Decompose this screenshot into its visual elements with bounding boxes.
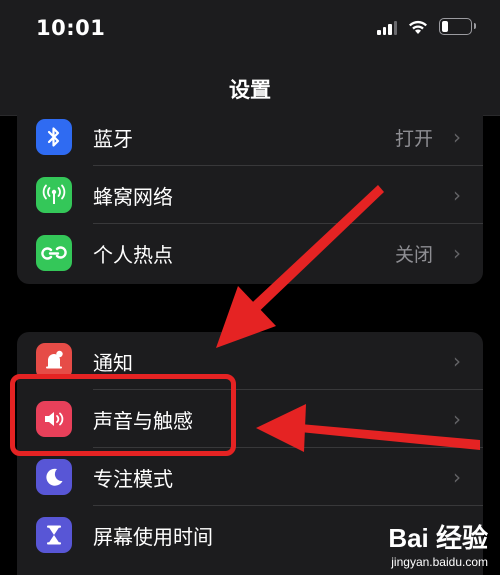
chevron-right-icon: › <box>453 241 461 265</box>
chevron-right-icon: › <box>453 407 461 431</box>
row-label: 蓝牙 <box>93 126 133 151</box>
settings-group-connectivity: 蓝牙 打开 › 蜂窝网络 › 个人热点 关闭 › <box>17 108 483 284</box>
chevron-right-icon: › <box>453 125 461 149</box>
page-title: 设置 <box>229 78 271 102</box>
row-label: 屏幕使用时间 <box>93 524 213 549</box>
settings-row-focus[interactable]: 专注模式 › <box>17 448 483 506</box>
settings-row-cellular[interactable]: 蜂窝网络 › <box>17 166 483 224</box>
antenna-icon <box>36 177 72 213</box>
watermark-logo: Bai 经验 <box>388 523 488 553</box>
cellular-signal-icon <box>377 19 397 35</box>
row-label: 蜂窝网络 <box>93 184 173 209</box>
status-bar: 10:01 <box>0 0 500 58</box>
highlight-box <box>10 374 236 456</box>
settings-row-bluetooth[interactable]: 蓝牙 打开 › <box>17 108 483 166</box>
row-value: 打开 <box>394 127 433 150</box>
settings-row-hotspot[interactable]: 个人热点 关闭 › <box>17 224 483 282</box>
row-label: 个人热点 <box>93 242 173 267</box>
watermark: Bai 经验 jingyan.baidu.com <box>388 518 488 569</box>
bluetooth-icon <box>36 119 72 155</box>
chevron-right-icon: › <box>453 183 461 207</box>
moon-icon <box>36 459 72 495</box>
row-value: 关闭 <box>394 243 433 266</box>
status-icons <box>377 18 476 35</box>
wifi-icon <box>409 20 427 34</box>
watermark-url: jingyan.baidu.com <box>391 555 488 569</box>
hourglass-icon <box>36 517 72 553</box>
row-label: 通知 <box>93 350 133 375</box>
row-label: 专注模式 <box>93 466 173 491</box>
status-time: 10:01 <box>36 16 106 40</box>
battery-icon <box>439 18 476 35</box>
hotspot-icon <box>36 235 72 271</box>
chevron-right-icon: › <box>453 349 461 373</box>
chevron-right-icon: › <box>453 465 461 489</box>
